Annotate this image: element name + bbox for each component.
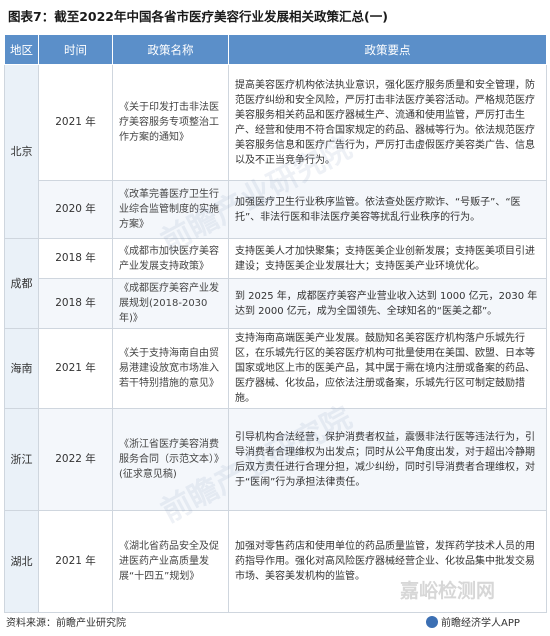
source-note: 资料来源：前瞻产业研究院 [6,618,126,629]
policy-table: 地区 时间 政策名称 政策要点 北京 2021 年 《关于印发打击非法医疗美容服… [4,34,547,613]
year-cell: 2021 年 [38,64,113,181]
figure-title: 图表7：截至2022年中国各省市医疗美容行业发展相关政策汇总(一) [8,9,388,24]
region-cell: 海南 [4,328,39,409]
header-policy-points: 政策要点 [228,34,547,65]
header-region: 地区 [4,34,39,65]
header-time: 时间 [38,34,113,65]
region-cell: 湖北 [4,510,39,613]
table-header-row: 地区 时间 政策名称 政策要点 [4,34,547,65]
region-cell: 北京 [4,64,39,239]
policy-points-cell: 到 2025 年，成都医疗美容产业营业收入达到 1000 亿元，2030 年达到… [228,278,547,329]
policy-points-cell: 提高美容医疗机构依法执业意识，强化医疗服务质量和安全管理，防范医疗纠纷和安全风险… [228,64,547,181]
region-cell: 浙江 [4,408,39,511]
table-row: 浙江 2022 年 《浙江省医疗美容消费服务合同（示范文本）》(征求意见稿) 引… [4,408,547,511]
policy-name-cell: 《成都市加快医疗美容产业发展支持政策》 [112,238,229,279]
policy-points-cell: 加强医疗卫生行业秩序监管。依法查处医疗欺诈、“号贩子”、“医托”、非法行医和非法… [228,180,547,239]
year-cell: 2018 年 [38,238,113,279]
table-row: 海南 2021 年 《关于支持海南自由贸易港建设放宽市场准入若干特别措施的意见》… [4,328,547,409]
policy-name-cell: 《浙江省医疗美容消费服务合同（示范文本）》(征求意见稿) [112,408,229,511]
year-cell: 2018 年 [38,278,113,329]
table-row: 2018 年 《成都医疗美容产业发展规划(2018-2030年)》 到 2025… [5,278,547,329]
header-policy-name: 政策名称 [112,34,229,65]
year-cell: 2022 年 [38,408,113,511]
policy-name-cell: 《湖北省药品安全及促进医药产业高质量发展“十四五”规划》 [112,510,229,613]
policy-name-cell: 《成都医疗美容产业发展规划(2018-2030年)》 [112,278,229,329]
table-row: 北京 2021 年 《关于印发打击非法医疗美容服务专项整治工作方案的通知》 提高… [4,64,547,239]
brand-label: 前瞻经济学人APP [441,618,520,629]
table-row: 湖北 2021 年 《湖北省药品安全及促进医药产业高质量发展“十四五”规划》 加… [4,510,547,613]
year-cell: 2020 年 [38,180,113,239]
brand-credit: 前瞻经济学人APP [426,614,520,629]
policy-name-cell: 《关于印发打击非法医疗美容服务专项整治工作方案的通知》 [112,64,229,181]
policy-points-cell: 支持海南高端医美产业发展。鼓励知名美容医疗机构落户乐城先行区，在乐城先行区的美容… [228,328,547,409]
policy-name-cell: 《关于支持海南自由贸易港建设放宽市场准入若干特别措施的意见》 [112,328,229,409]
region-cell: 成都 [4,238,39,329]
brand-logo-icon [426,616,438,628]
policy-points-cell: 引导机构合法经营，保护消费者权益，震慑非法行医等违法行为，引导消费者合理维权为出… [228,408,547,511]
year-cell: 2021 年 [38,510,113,613]
policy-name-cell: 《改革完善医疗卫生行业综合监管制度的实施方案》 [112,180,229,239]
policy-points-cell: 支持医美人才加快聚集；支持医美企业创新发展；支持医美项目引进建设；支持医美企业发… [228,238,547,279]
table-row: 成都 2018 年 《成都市加快医疗美容产业发展支持政策》 支持医美人才加快聚集… [4,238,547,329]
year-cell: 2021 年 [38,328,113,409]
table-row: 2020 年 《改革完善医疗卫生行业综合监管制度的实施方案》 加强医疗卫生行业秩… [5,180,547,239]
policy-points-cell: 加强对零售药店和使用单位的药品质量监管，发挥药学技术人员的用药指导作用。强化对高… [228,510,547,613]
